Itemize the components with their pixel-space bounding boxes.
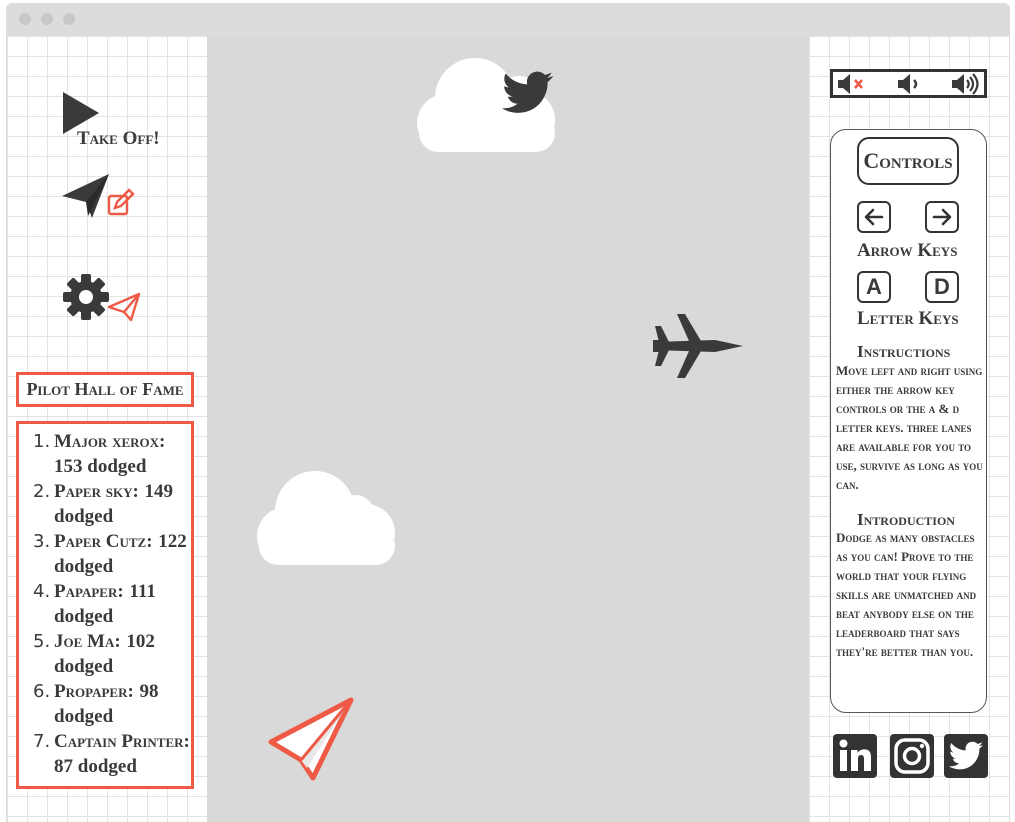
window-titlebar	[6, 3, 1010, 36]
hall-of-fame-entry: 7. Captain Printer: 87 dodged	[19, 729, 191, 779]
cloud-with-twitter-obstacle	[417, 58, 555, 152]
linkedin-button[interactable]	[833, 734, 877, 778]
entry-pilot-name: Major xerox:	[54, 431, 166, 452]
letter-key-a: A	[857, 271, 891, 303]
cloud-obstacle	[257, 471, 395, 565]
instagram-button[interactable]	[890, 734, 934, 778]
window-minimize-dot[interactable]	[41, 13, 53, 25]
entry-rank: 5.	[33, 631, 51, 652]
fighter-jet-obstacle	[653, 314, 743, 378]
volume-low-button[interactable]	[896, 73, 928, 95]
hall-of-fame-entry: 3. Paper Cutz: 122 dodged	[19, 529, 191, 579]
entry-score: 87 dodged	[54, 756, 137, 777]
hall-of-fame-entry: 5. Joe Ma: 102 dodged	[19, 629, 191, 679]
customize-plane-button[interactable]	[62, 172, 142, 222]
window-maximize-dot[interactable]	[63, 13, 75, 25]
introduction-text: Dodge as many obstacles as you can! Prov…	[836, 530, 977, 659]
entry-pilot-name: Paper sky:	[54, 481, 139, 502]
arrow-right-key	[925, 201, 959, 233]
letter-keys-label: Letter Keys	[857, 308, 959, 329]
window-close-dot[interactable]	[19, 13, 31, 25]
twitter-button[interactable]	[944, 734, 988, 778]
arrow-keys-label: Arrow Keys	[857, 240, 958, 261]
paper-plane-edit-icon	[62, 174, 135, 218]
speaker-high-icon	[952, 73, 979, 95]
introduction-title: Introduction	[857, 510, 955, 529]
entry-pilot-name: Papaper:	[54, 581, 124, 602]
take-off-label[interactable]: Take Off!	[77, 128, 160, 150]
left-menu-panel: Take Off! Pilot Hall of Fame 1. Major xe…	[7, 36, 207, 822]
hall-of-fame-entry: 2. Paper sky: 149 dodged	[19, 479, 191, 529]
settings-button[interactable]	[63, 274, 143, 326]
speaker-low-icon	[898, 74, 918, 94]
mute-button[interactable]	[836, 73, 868, 95]
entry-rank: 1.	[33, 431, 51, 452]
entry-score: 153 dodged	[54, 456, 147, 477]
entry-pilot-name: Paper Cutz:	[54, 531, 153, 552]
hall-of-fame-entry: 1. Major xerox: 153 dodged	[19, 429, 191, 479]
letter-key-d: D	[925, 271, 959, 303]
volume-control	[830, 69, 987, 98]
gear-plane-icon	[63, 274, 141, 322]
controls-title: Controls	[857, 137, 959, 185]
entry-pilot-name: Captain Printer:	[54, 731, 190, 752]
controls-card: Controls Arrow Keys A D Letter Keys Inst…	[830, 129, 987, 713]
entry-rank: 7.	[33, 731, 51, 752]
entry-pilot-name: Joe Ma:	[54, 631, 121, 652]
hall-of-fame-entry: 6. Propaper: 98 dodged	[19, 679, 191, 729]
twitter-icon	[948, 741, 983, 770]
arrow-right-icon	[932, 208, 952, 226]
instagram-icon	[894, 738, 930, 774]
right-info-panel: Controls Arrow Keys A D Letter Keys Inst…	[809, 36, 1009, 822]
entry-rank: 4.	[33, 581, 51, 602]
linkedin-icon	[839, 739, 871, 771]
hall-of-fame-title: Pilot Hall of Fame	[16, 372, 194, 407]
hall-of-fame-list: 1. Major xerox: 153 dodged 2. Paper sky: 14…	[16, 421, 194, 789]
player-paper-plane	[268, 697, 354, 781]
speaker-mute-icon	[838, 74, 863, 94]
instructions-text: Move left and right using either the arr…	[836, 363, 983, 492]
entry-pilot-name: Propaper:	[54, 681, 134, 702]
entry-rank: 3.	[33, 531, 51, 552]
instructions-title: Instructions	[857, 342, 951, 361]
game-area	[207, 36, 809, 822]
entry-rank: 2.	[33, 481, 51, 502]
arrow-left-icon	[864, 208, 884, 226]
hall-of-fame-entry: 4. Papaper: 111 dodged	[19, 579, 191, 629]
volume-high-button[interactable]	[950, 73, 982, 95]
arrow-left-key	[857, 201, 891, 233]
entry-rank: 6.	[33, 681, 51, 702]
